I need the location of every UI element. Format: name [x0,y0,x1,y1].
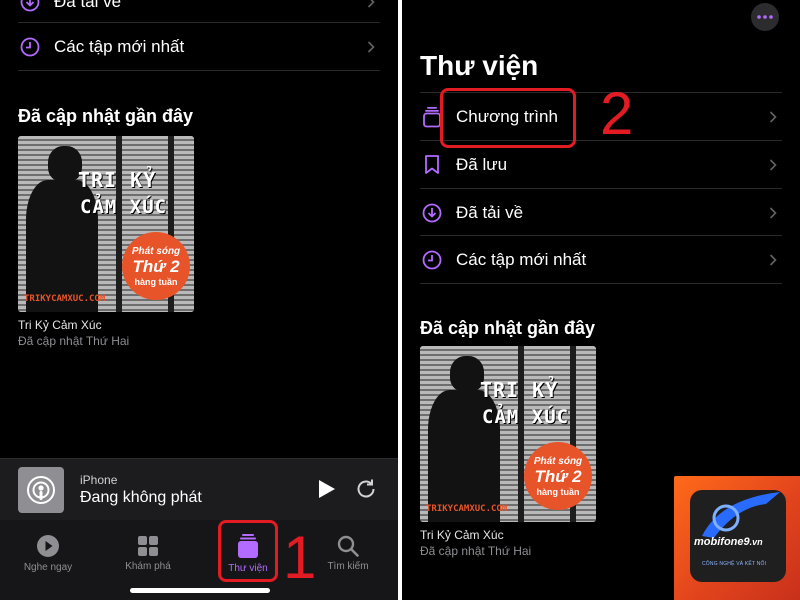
tab-label: Tìm kiếm [327,560,369,572]
clock-icon [420,248,444,272]
cover-title-line2: CẢM XÚC [80,196,168,218]
highlight-box-step2 [440,88,576,148]
section-title: Đã cập nhật gần đây [420,318,596,338]
play-circle-icon [37,534,59,557]
tab-listen-now[interactable]: Nghe ngay [8,520,88,586]
row-label: Các tập mới nhất [54,36,185,56]
podcast-updated: Đã cập nhật Thứ Hai [420,544,532,558]
logo-tagline: CÔNG NGHỆ VÀ KẾT NỐI [702,561,767,567]
badge-bottom: hàng tuần [536,486,580,497]
bookmark-icon [420,153,444,177]
play-button[interactable] [318,479,336,504]
row-latest-episodes[interactable]: Các tập mới nhất [420,236,780,283]
podcast-cover[interactable]: TRI KỶ CẢM XÚC Phát sóng Thứ 2 hàng tuần… [18,136,194,312]
row-latest-episodes[interactable]: Các tập mới nhất [18,23,378,70]
chevron-right-icon [766,158,780,172]
chevron-right-icon [766,206,780,220]
tab-browse[interactable]: Khám phá [108,520,188,586]
silhouette-head [450,356,484,392]
window-frame [518,346,524,522]
chevron-right-icon [364,40,378,54]
refresh-icon [357,479,375,498]
cover-badge: Phát sóng Thứ 2 hàng tuần [524,442,592,510]
row-label: Đã tải về [54,0,122,11]
grid-icon [138,535,158,556]
highlight-box-step1 [218,520,278,582]
podcast-cover[interactable]: TRI KỶ CẢM XÚC Phát sóng Thứ 2 hàng tuần… [420,346,596,522]
row-label: Các tập mới nhất [456,249,587,269]
tab-search[interactable]: Tìm kiếm [308,520,388,586]
silhouette-head [48,146,82,182]
podcast-icon [27,476,55,504]
cover-url: TRIKYCAMXUC.COM [426,504,508,514]
badge-mid: Thứ 2 [132,256,180,276]
cover-badge: Phát sóng Thứ 2 hàng tuần [122,232,190,300]
podcast-name: Tri Kỷ Cảm Xúc [18,318,102,332]
row-label: Đã tải về [456,202,524,222]
cover-url: TRIKYCAMXUC.COM [24,294,106,304]
podcast-updated: Đã cập nhật Thứ Hai [18,334,130,348]
divider [420,283,782,284]
row-label: Đã lưu [456,154,508,174]
cover-title-line1: TRI KỶ [78,168,157,192]
player-artwork [18,467,64,513]
step-number-2: 2 [600,80,634,147]
badge-bottom: hàng tuần [134,276,178,287]
badge-top: Phát sóng [131,245,181,257]
download-icon [420,201,444,225]
left-screenshot: Đã tải về Các tập mới nhất Đã cập nhật g… [0,0,398,600]
play-icon [319,480,335,498]
mini-player[interactable]: iPhone Đang không phát [0,458,398,520]
tab-label: Nghe ngay [23,561,73,573]
chevron-right-icon [766,110,780,124]
cover-title-line2: CẢM XÚC [482,406,570,428]
skip-forward-button[interactable] [354,477,378,506]
tab-label: Khám phá [125,560,171,572]
more-button[interactable] [751,3,779,31]
badge-mid: Thứ 2 [534,466,582,486]
page-title: Thư viện [420,50,539,81]
chevron-right-icon [766,253,780,267]
player-device: iPhone [80,473,118,487]
logo-brand: mobifone9.vn [694,536,763,548]
divider [18,70,380,71]
search-icon [337,535,359,557]
clock-icon [18,35,42,59]
row-saved[interactable]: Đã lưu [420,141,780,188]
more-dots-icon [757,15,773,19]
row-downloaded[interactable]: Đã tải về [420,189,780,236]
section-title: Đã cập nhật gần đây [18,106,194,126]
step-number-1: 1 [283,524,317,591]
chevron-right-icon [364,0,378,9]
mobifone9-logo: mobifone9.vn CÔNG NGHỆ VÀ KẾT NỐI [674,476,800,600]
download-icon [18,0,42,14]
window-frame [116,136,122,312]
player-status: Đang không phát [80,489,202,506]
podcast-name: Tri Kỷ Cảm Xúc [420,528,504,542]
home-indicator [130,588,270,593]
badge-top: Phát sóng [533,455,583,467]
cover-title-line1: TRI KỶ [480,378,559,402]
